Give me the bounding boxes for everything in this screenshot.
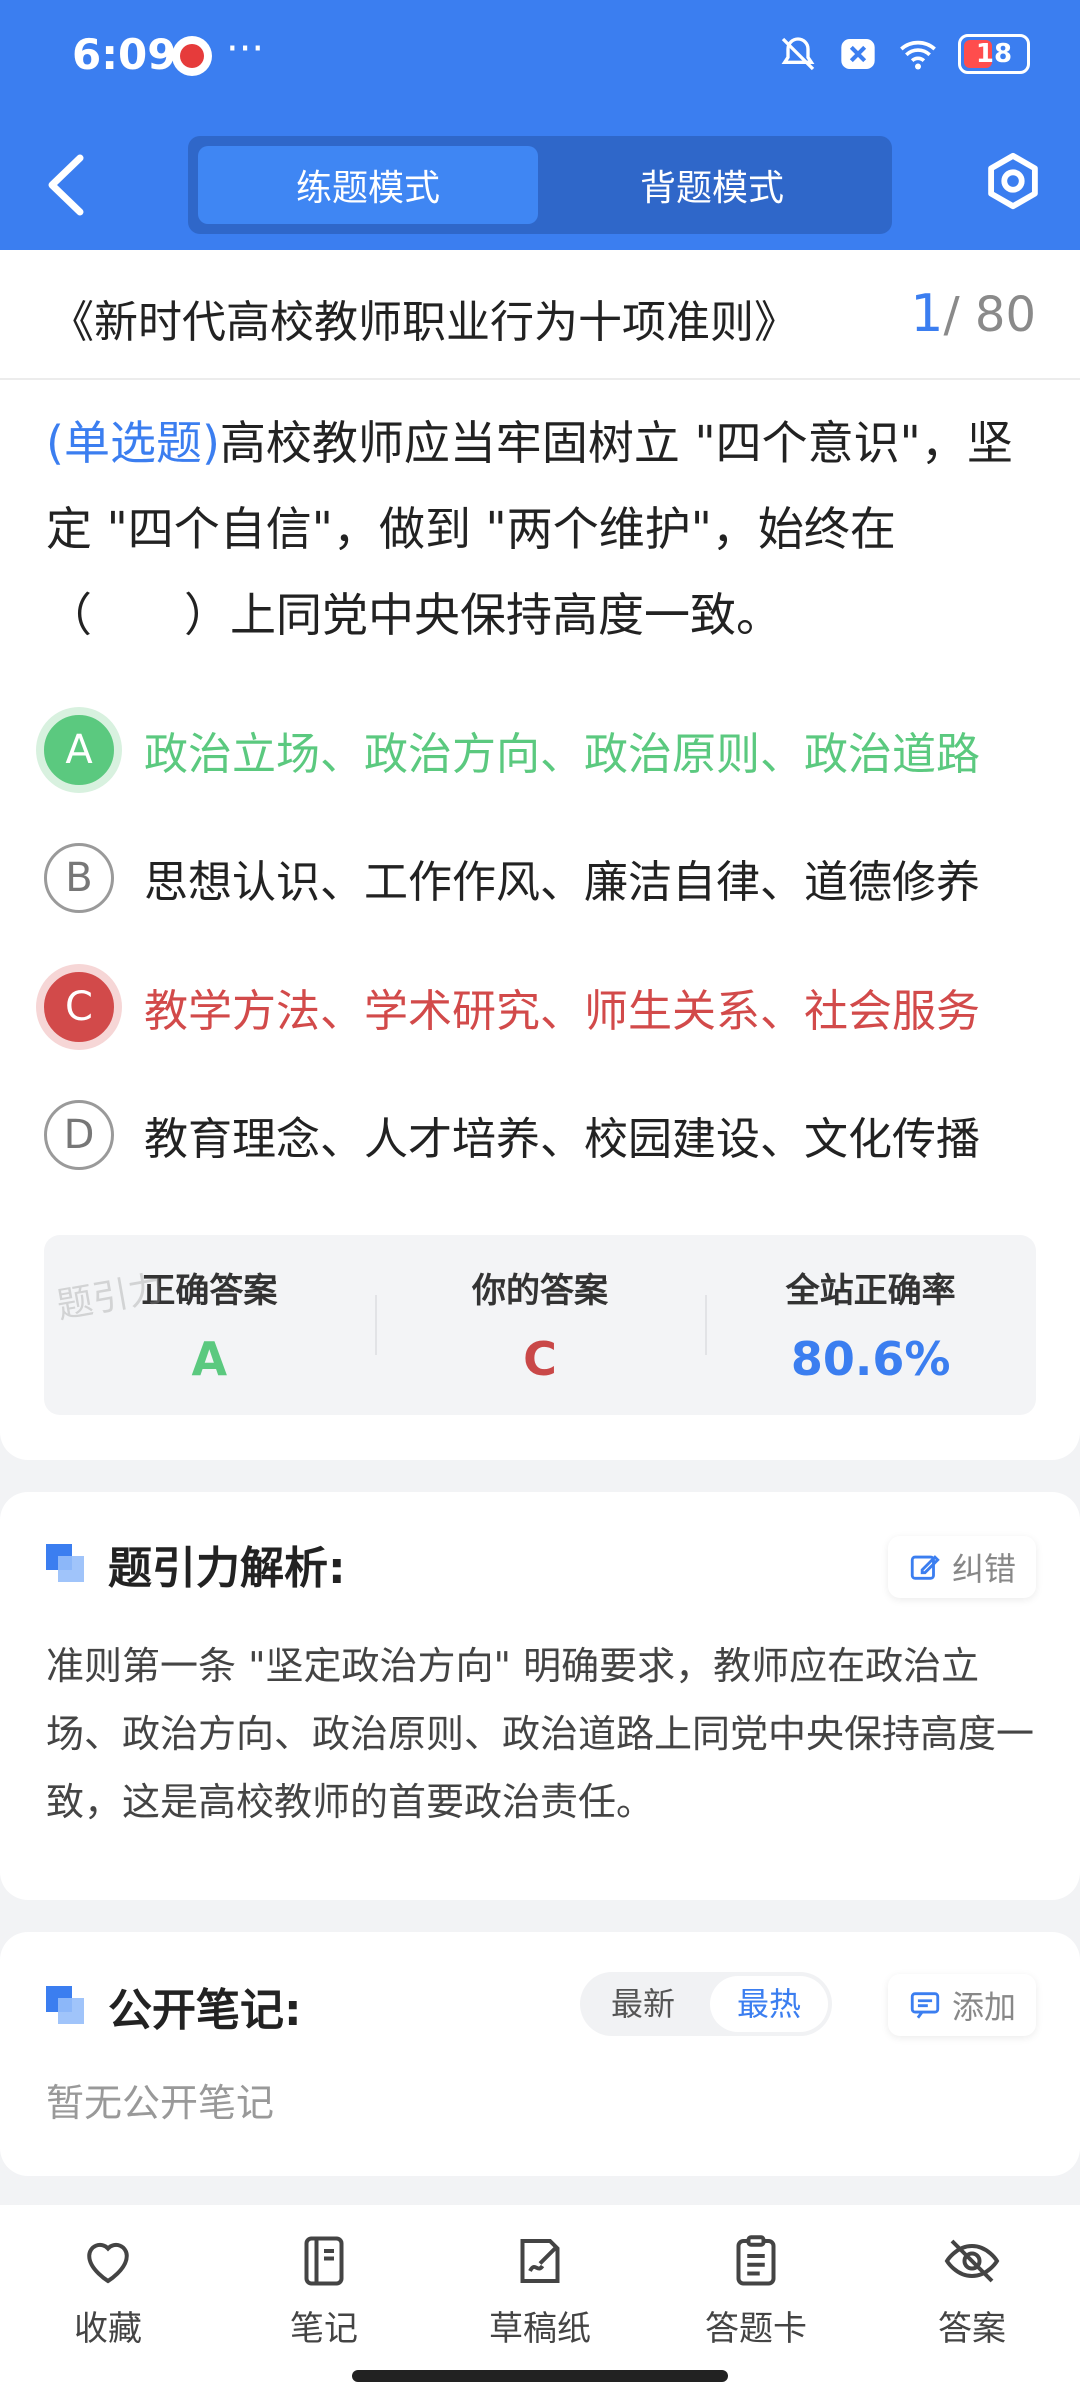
add-note-label: 添加: [951, 1988, 1016, 2026]
answer-stats-panel: 正确答案 A 你的答案 C 全站正确率 80.6%: [44, 1235, 1036, 1415]
option-a[interactable]: A 政治立场、政治方向、政治原则、政治道路: [44, 705, 1044, 795]
status-bar: 6:09 ··· 18: [0, 0, 1080, 115]
eye-off-icon: [944, 2239, 1000, 2283]
battery-indicator: 18: [958, 34, 1030, 74]
current-question-number: 1: [910, 284, 944, 344]
draft-icon: [520, 2239, 560, 2283]
analysis-text: 准则第一条 "坚定政治方向" 明确要求，教师应在政治立场、政治方向、政治原则、政…: [46, 1644, 1035, 1824]
answer-sheet-label: 答题卡: [705, 2309, 807, 2349]
notes-heading: 公开笔记:: [46, 1974, 302, 2038]
total-question-count: / 80: [943, 287, 1036, 343]
stat-correct-answer: 正确答案 A: [44, 1235, 375, 1415]
option-a-letter: A: [44, 715, 114, 785]
correct-answer-value: A: [191, 1332, 228, 1386]
notes-heading-text: 公开笔记:: [108, 1985, 302, 2036]
option-b[interactable]: B 思想认识、工作作风、廉洁自律、道德修养: [44, 833, 1044, 923]
sort-hottest[interactable]: 最热: [710, 1976, 828, 2032]
exam-title-bar: 《新时代高校教师职业行为十项准则》 1/ 80: [0, 250, 1080, 380]
question-type-tag: (单选题): [46, 416, 220, 470]
heart-icon: [87, 2242, 129, 2284]
notebook-icon: [304, 2236, 344, 2286]
sort-newest[interactable]: 最新: [584, 1976, 702, 2032]
app-notification-icon: [172, 36, 212, 76]
option-d[interactable]: D 教育理念、人才培养、校园建设、文化传播: [44, 1090, 1044, 1180]
show-answer-label: 答案: [938, 2309, 1006, 2349]
option-d-letter: D: [44, 1100, 114, 1170]
stat-label: 全站正确率: [785, 1271, 956, 1311]
edit-icon: [910, 1555, 940, 1580]
tab-practice-mode[interactable]: 练题模式: [198, 146, 538, 224]
favorite-label: 收藏: [74, 2309, 142, 2349]
status-icons: 18: [778, 34, 1030, 74]
option-c-letter: C: [44, 972, 114, 1042]
notes-sort-toggle: 最新 最热: [580, 1972, 832, 2036]
report-error-label: 纠错: [951, 1550, 1016, 1588]
favorite-button[interactable]: 收藏: [0, 2205, 216, 2400]
message-icon: [910, 1992, 940, 2019]
analysis-heading: 题引力解析:: [46, 1532, 346, 1596]
option-d-text: 教育理念、人才培养、校园建设、文化传播: [144, 1114, 980, 1165]
option-a-text: 政治立场、政治方向、政治原则、政治道路: [144, 729, 980, 780]
status-time: 6:09: [72, 30, 177, 79]
home-indicator[interactable]: [352, 2370, 728, 2382]
show-answer-button[interactable]: 答案: [864, 2205, 1080, 2400]
settings-hexagon-icon[interactable]: [982, 150, 1044, 212]
stat-label: 你的答案: [472, 1271, 608, 1311]
stat-your-answer: 你的答案 C: [374, 1235, 706, 1415]
option-c[interactable]: C 教学方法、学术研究、师生关系、社会服务: [44, 962, 1044, 1052]
option-b-text: 思想认识、工作作风、廉洁自律、道德修养: [144, 857, 980, 908]
question-text: (单选题)高校教师应当牢固树立 "四个意识"，坚定 "四个自信"，做到 "两个维…: [46, 400, 1036, 658]
notes-label: 笔记: [290, 2309, 358, 2349]
back-chevron-icon[interactable]: [40, 150, 90, 220]
section-icon: [46, 1544, 86, 1584]
draft-paper-label: 草稿纸: [489, 2309, 591, 2349]
site-accuracy-value: 80.6%: [790, 1332, 951, 1386]
mute-icon: [781, 37, 815, 71]
analysis-heading-text: 题引力解析:: [108, 1543, 346, 1594]
report-error-button[interactable]: 纠错: [887, 1536, 1036, 1598]
exam-title: 《新时代高校教师职业行为十项准则》: [50, 297, 798, 348]
close-notification-icon: [841, 39, 875, 69]
option-b-letter: B: [44, 843, 114, 913]
stat-site-accuracy: 全站正确率 80.6%: [705, 1235, 1036, 1415]
tab-memorize-mode[interactable]: 背题模式: [542, 146, 882, 224]
public-notes-card: 公开笔记: 最新 最热 添加 暂无公开笔记: [0, 1932, 1080, 2176]
option-c-text: 教学方法、学术研究、师生关系、社会服务: [144, 986, 980, 1037]
question-card: (单选题)高校教师应当牢固树立 "四个意识"，坚定 "四个自信"，做到 "两个维…: [0, 380, 1080, 1460]
your-answer-value: C: [523, 1332, 557, 1386]
battery-level: 18: [975, 39, 1013, 69]
section-icon: [46, 1986, 86, 2026]
question-counter: 1/ 80: [910, 284, 1036, 344]
notes-empty-text: 暂无公开笔记: [46, 2081, 275, 2125]
add-note-button[interactable]: 添加: [887, 1974, 1036, 2036]
wifi-icon: [900, 40, 936, 70]
top-header: 6:09 ··· 18 练题模式 背题模式: [0, 0, 1080, 250]
mode-switch: 练题模式 背题模式: [188, 136, 892, 234]
answer-sheet-icon: [736, 2235, 776, 2286]
analysis-card: 题引力解析: 纠错 准则第一条 "坚定政治方向" 明确要求，教师应在政治立场、政…: [0, 1492, 1080, 1900]
more-notifications-icon: ···: [226, 26, 265, 72]
